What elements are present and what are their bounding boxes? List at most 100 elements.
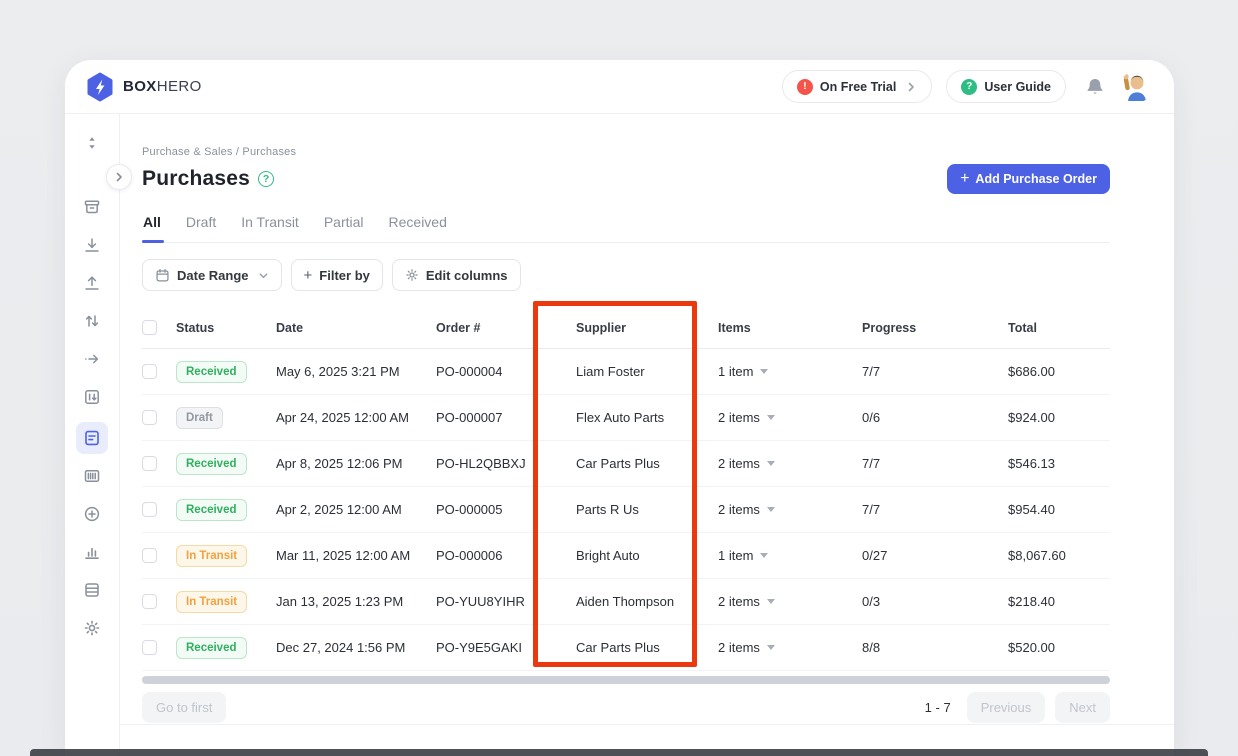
supplier-cell: Liam Foster [576, 364, 718, 379]
progress-cell: 7/7 [862, 364, 1008, 379]
date-cell: Mar 11, 2025 12:00 AM [276, 548, 436, 563]
data-center-icon[interactable] [79, 577, 105, 603]
brand-logo: BOXHERO [85, 72, 202, 102]
tabs: All Draft In Transit Partial Received [142, 208, 1110, 243]
table-row: Draft Apr 24, 2025 12:00 AM PO-000007 Fl… [142, 395, 1110, 441]
column-header-total: Total [1008, 321, 1110, 335]
items-label: 2 items [718, 456, 760, 471]
edit-columns-label: Edit columns [426, 268, 508, 283]
stock-adjust-icon[interactable] [79, 308, 105, 334]
supplier-cell: Car Parts Plus [576, 456, 718, 471]
edit-columns-button[interactable]: Edit columns [392, 259, 521, 291]
page-title: Purchases [142, 167, 250, 191]
triangle-down-icon [760, 369, 768, 374]
title-row: Purchases ? + Add Purchase Order [142, 164, 1110, 194]
select-all-checkbox[interactable] [142, 320, 157, 335]
previous-page-button[interactable]: Previous [967, 692, 1046, 723]
items-dropdown[interactable]: 2 items [718, 640, 862, 655]
triangle-down-icon [767, 599, 775, 604]
items-dropdown[interactable]: 2 items [718, 410, 862, 425]
row-checkbox[interactable] [142, 502, 157, 517]
row-checkbox[interactable] [142, 640, 157, 655]
status-badge: Received [176, 499, 247, 521]
progress-cell: 0/3 [862, 594, 1008, 609]
chevron-right-icon [905, 81, 917, 93]
tab-draft[interactable]: Draft [185, 208, 217, 242]
filter-row: Date Range + Filter by Edit columns [142, 259, 1110, 291]
analytics-icon[interactable] [79, 539, 105, 565]
on-free-trial-button[interactable]: ! On Free Trial [782, 70, 932, 103]
question-circle-icon: ? [961, 79, 977, 95]
triangle-down-icon [767, 645, 775, 650]
user-guide-button[interactable]: ? User Guide [946, 70, 1066, 103]
pagination-range: 1 - 7 [925, 700, 951, 715]
transactions-icon[interactable] [79, 384, 105, 410]
row-checkbox[interactable] [142, 410, 157, 425]
row-checkbox[interactable] [142, 364, 157, 379]
table-header-row: Status Date Order # Supplier Items Progr… [142, 307, 1110, 349]
workspace-switcher-icon[interactable] [79, 130, 105, 156]
tab-in-transit[interactable]: In Transit [240, 208, 300, 242]
top-bar-right: ! On Free Trial ? User Guide [782, 70, 1152, 103]
stock-in-icon[interactable] [79, 232, 105, 258]
barcode-icon[interactable] [79, 463, 105, 489]
alert-exclamation-icon: ! [797, 79, 813, 95]
tab-all[interactable]: All [142, 208, 162, 242]
tab-received[interactable]: Received [388, 208, 448, 242]
bell-icon[interactable] [1084, 76, 1106, 98]
date-cell: Apr 2, 2025 12:00 AM [276, 502, 436, 517]
table-row: In Transit Mar 11, 2025 12:00 AM PO-0000… [142, 533, 1110, 579]
items-dropdown[interactable]: 1 item [718, 364, 862, 379]
column-header-date: Date [276, 321, 436, 335]
next-page-button[interactable]: Next [1055, 692, 1110, 723]
horizontal-scrollbar[interactable] [142, 676, 1110, 684]
triangle-down-icon [767, 415, 775, 420]
order-number-cell: PO-Y9E5GAKI [436, 640, 576, 655]
total-cell: $924.00 [1008, 410, 1110, 425]
order-number-cell: PO-HL2QBBXJ [436, 456, 576, 471]
tab-partial[interactable]: Partial [323, 208, 365, 242]
page-help-icon[interactable]: ? [258, 171, 274, 187]
total-cell: $954.40 [1008, 502, 1110, 517]
items-dropdown[interactable]: 1 item [718, 548, 862, 563]
order-number-cell: PO-000007 [436, 410, 576, 425]
total-cell: $686.00 [1008, 364, 1110, 379]
chevron-down-icon [258, 270, 269, 281]
user-guide-label: User Guide [984, 80, 1051, 94]
total-cell: $8,067.60 [1008, 548, 1110, 563]
column-header-items: Items [718, 321, 862, 335]
date-range-button[interactable]: Date Range [142, 259, 282, 291]
column-header-supplier: Supplier [576, 321, 718, 335]
stock-move-icon[interactable] [79, 346, 105, 372]
items-label: 1 item [718, 548, 753, 563]
go-to-first-button[interactable]: Go to first [142, 692, 226, 723]
add-purchase-order-button[interactable]: + Add Purchase Order [947, 164, 1110, 194]
row-checkbox[interactable] [142, 456, 157, 471]
table-row: In Transit Jan 13, 2025 1:23 PM PO-YUU8Y… [142, 579, 1110, 625]
items-dropdown[interactable]: 2 items [718, 594, 862, 609]
progress-cell: 7/7 [862, 502, 1008, 517]
status-badge: In Transit [176, 545, 247, 567]
row-checkbox[interactable] [142, 548, 157, 563]
progress-cell: 0/6 [862, 410, 1008, 425]
date-cell: Jan 13, 2025 1:23 PM [276, 594, 436, 609]
settings-gear-icon[interactable] [79, 615, 105, 641]
triangle-down-icon [767, 507, 775, 512]
total-cell: $520.00 [1008, 640, 1110, 655]
supplier-cell: Parts R Us [576, 502, 718, 517]
breadcrumb[interactable]: Purchase & Sales / Purchases [142, 146, 1110, 158]
column-header-status: Status [176, 321, 276, 335]
row-checkbox[interactable] [142, 594, 157, 609]
items-dropdown[interactable]: 2 items [718, 502, 862, 517]
add-item-icon[interactable] [79, 501, 105, 527]
supplier-cell: Bright Auto [576, 548, 718, 563]
user-avatar[interactable] [1120, 71, 1152, 103]
order-number-cell: PO-YUU8YIHR [436, 594, 576, 609]
inventory-box-icon[interactable] [79, 194, 105, 220]
filter-by-button[interactable]: + Filter by [291, 259, 383, 291]
purchase-sales-icon[interactable] [76, 422, 108, 454]
items-label: 2 items [718, 640, 760, 655]
items-dropdown[interactable]: 2 items [718, 456, 862, 471]
triangle-down-icon [767, 461, 775, 466]
stock-out-icon[interactable] [79, 270, 105, 296]
